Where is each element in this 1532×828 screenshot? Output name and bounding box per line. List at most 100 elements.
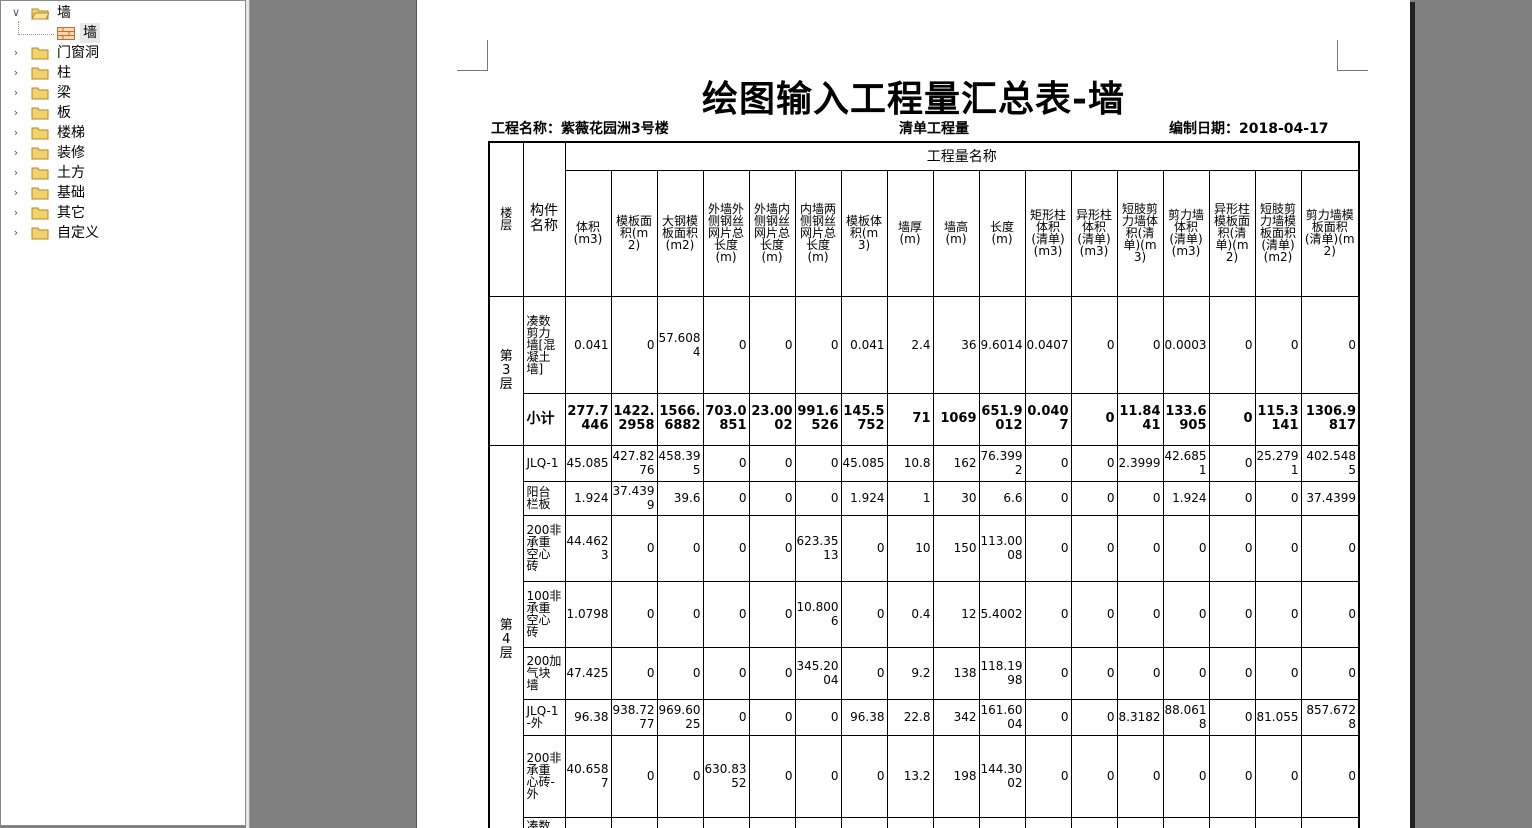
quantity-cell: 0 <box>1024 480 1072 516</box>
tree-node[interactable]: › 柱 <box>1 63 241 83</box>
folder-icon <box>31 127 49 140</box>
quantity-cell: 0 <box>1116 514 1164 582</box>
quantity-cell: 0 <box>702 580 750 648</box>
tree-node-label: 墙 <box>80 23 100 43</box>
chevron-right-icon[interactable]: › <box>11 43 21 63</box>
quantity-cell: 0 <box>1300 734 1360 818</box>
chevron-right-icon[interactable]: › <box>11 63 21 83</box>
folder-icon <box>31 207 49 220</box>
tree-node-label: 板 <box>57 105 71 121</box>
chevron-right-icon[interactable]: › <box>11 183 21 203</box>
quantity-cell: 118.1998 <box>978 646 1026 700</box>
quantity-cell: 44.4623 <box>564 514 612 582</box>
floor-header: 楼层 <box>488 141 524 297</box>
column-header: 墙厚(m) <box>886 169 934 297</box>
table-row: 200加气块墙 47.425 0 0 0 0 345.2004 0 9.2 138 118.1998… <box>489 646 1360 700</box>
tree-node[interactable]: › 装修 <box>1 143 241 163</box>
quantity-cell: 11.8441 <box>1116 392 1164 446</box>
quantity-cell: 37.4399 <box>1300 480 1360 516</box>
tree-node-label: 土方 <box>57 165 85 181</box>
tree-node[interactable]: › 其它 <box>1 203 241 223</box>
page-shadow <box>1410 2 1415 828</box>
quantity-cell: 1566.6882 <box>656 392 704 446</box>
quantity-cell: 0 <box>1300 646 1360 700</box>
quantity-cell: 1.0798 <box>564 580 612 648</box>
chevron-right-icon[interactable]: › <box>11 203 21 223</box>
tree-node[interactable]: › 土方 <box>1 163 241 183</box>
quantity-cell <box>1070 816 1118 828</box>
tree-node[interactable]: › 板 <box>1 103 241 123</box>
quantity-cell: 0 <box>1162 646 1210 700</box>
tree-node[interactable]: › 自定义 <box>1 223 241 243</box>
quantity-cell: 10.8006 <box>794 580 842 648</box>
quantity-cell: 991.6526 <box>794 392 842 446</box>
chevron-right-icon[interactable]: › <box>11 103 21 123</box>
quantity-cell: 0 <box>1070 646 1118 700</box>
quantity-cell: 0 <box>1116 580 1164 648</box>
chevron-right-icon[interactable]: › <box>11 83 21 103</box>
quantity-cell: 0 <box>656 646 704 700</box>
tree-node-label: 门窗洞 <box>57 45 99 61</box>
tree-node[interactable]: › 楼梯 <box>1 123 241 143</box>
quantity-cell: 0 <box>1070 580 1118 648</box>
quantity-cell: 0 <box>610 580 658 648</box>
quantity-table: 楼层 构件名称 工程量名称 体积(m3) 模板面积(m2) 大钢模板面积(m2) 外墙… <box>488 141 1360 828</box>
quantity-cell: 0 <box>748 444 796 482</box>
quantity-cell: 22.8 <box>886 698 934 736</box>
quantity-cell: 115.3141 <box>1254 392 1302 446</box>
quantity-cell: 0 <box>1208 580 1256 648</box>
quantity-cell: 144.3002 <box>978 734 1026 818</box>
component-tree[interactable]: ∨ 墙 墙 › 门窗洞 › 柱 › 梁 › 板 › 楼梯 › 装修 › 土方 › 基础 › 其它 › 自定义 <box>0 0 246 826</box>
tree-node[interactable]: › 梁 <box>1 83 241 103</box>
quantity-cell: 0.041 <box>840 295 888 394</box>
tree-node-wall-child[interactable]: 墙 <box>1 23 241 43</box>
quantity-cell: 39.6 <box>656 480 704 516</box>
quantity-cell: 0 <box>1070 734 1118 818</box>
quantity-cell: 0 <box>1024 514 1072 582</box>
quantity-cell <box>794 816 842 828</box>
quantity-cell: 0 <box>748 514 796 582</box>
chevron-right-icon[interactable]: › <box>11 143 21 163</box>
component-name: JLQ-1-外 <box>522 698 566 736</box>
quantity-cell: 0.0407 <box>1024 295 1072 394</box>
quantity-cell: 9.6014 <box>978 295 1026 394</box>
tree-node-label: 其它 <box>57 205 85 221</box>
tree-node-wall[interactable]: ∨ 墙 <box>1 3 241 23</box>
component-name: JLQ-1 <box>522 444 566 482</box>
quantity-cell <box>702 816 750 828</box>
quantity-cell: 1.924 <box>1162 480 1210 516</box>
quantity-cell: 0 <box>1254 514 1302 582</box>
quantity-cell: 0.4 <box>886 580 934 648</box>
quantity-cell: 2.3999 <box>1116 444 1164 482</box>
quantity-cell: 0 <box>1070 698 1118 736</box>
quantity-cell: 630.8352 <box>702 734 750 818</box>
folder-icon <box>31 227 49 240</box>
column-header: 异形柱体积(清单)(m3) <box>1070 169 1118 297</box>
tree-node-label: 楼梯 <box>57 125 85 141</box>
chevron-down-icon[interactable]: ∨ <box>11 3 21 23</box>
quantity-cell: 47.425 <box>564 646 612 700</box>
page-corner-mark <box>457 40 488 71</box>
chevron-right-icon[interactable]: › <box>11 163 21 183</box>
tree-node[interactable]: › 基础 <box>1 183 241 203</box>
quantity-cell: 0 <box>1254 734 1302 818</box>
quantity-cell: 703.0851 <box>702 392 750 446</box>
quantity-cell: 96.38 <box>564 698 612 736</box>
component-name: 100非承重空心砖 <box>522 580 566 648</box>
column-header: 模板面积(m2) <box>610 169 658 297</box>
quantity-cell: 0 <box>702 698 750 736</box>
component-name: 凑数剪力墙[混凝土墙] <box>522 295 566 394</box>
quantity-cell: 88.0618 <box>1162 698 1210 736</box>
quantity-cell: 0 <box>1116 295 1164 394</box>
splitter-handle[interactable] <box>246 0 250 828</box>
column-header: 外墙外侧钢丝网片总长度(m) <box>702 169 750 297</box>
compile-date: 编制日期：2018-04-17 <box>1169 121 1329 137</box>
chevron-right-icon[interactable]: › <box>11 223 21 243</box>
quantity-cell <box>1254 816 1302 828</box>
quantity-cell: 0 <box>1024 444 1072 482</box>
chevron-right-icon[interactable]: › <box>11 123 21 143</box>
quantity-cell: 150 <box>932 514 980 582</box>
quantity-cell: 1.924 <box>840 480 888 516</box>
tree-node[interactable]: › 门窗洞 <box>1 43 241 63</box>
component-header: 构件名称 <box>522 141 566 297</box>
